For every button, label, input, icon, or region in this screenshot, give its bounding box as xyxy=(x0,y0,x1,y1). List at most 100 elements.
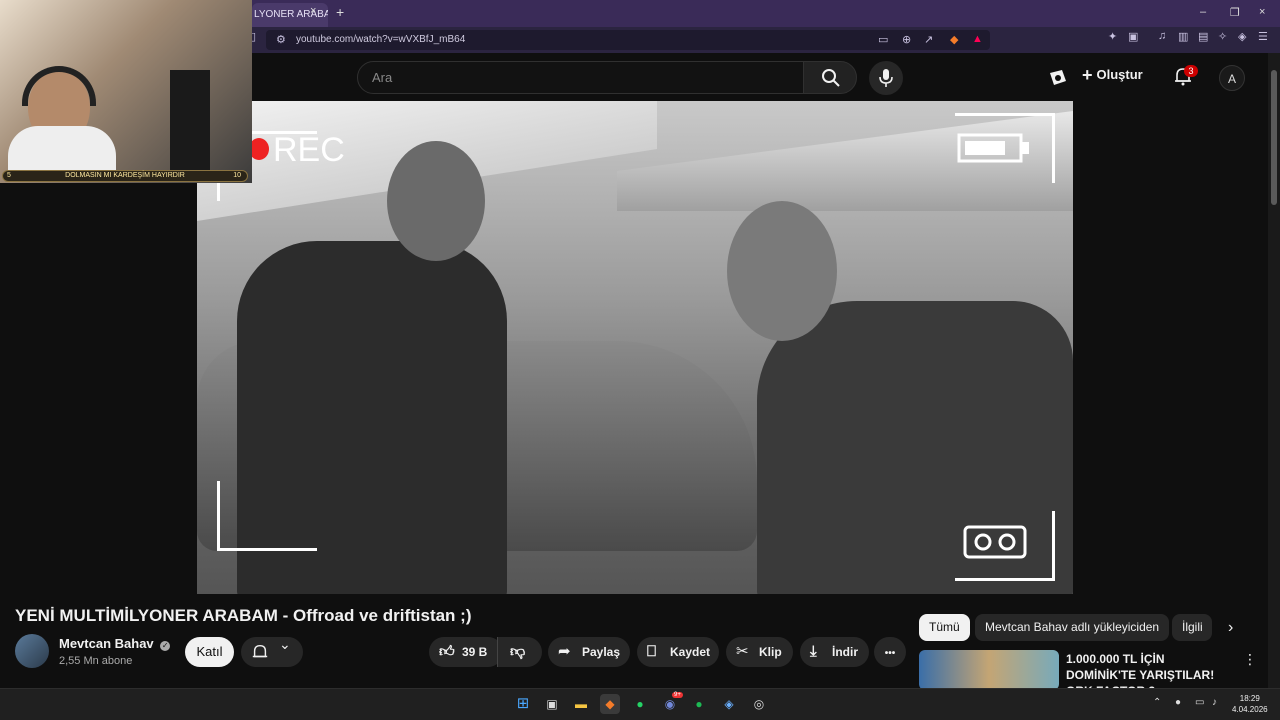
scissors-icon: ✂ xyxy=(736,643,749,660)
webcam-overlay: 5 DOLMASIN MI KARDEŞİM HAYIRDIR 10 xyxy=(0,0,252,183)
search-button[interactable] xyxy=(803,61,857,94)
person-right-head xyxy=(727,201,837,341)
like-count: 39 B xyxy=(462,645,488,659)
chip-all[interactable]: Tümü xyxy=(919,614,970,641)
chevron-down-icon: ⌄ xyxy=(279,636,291,652)
task-view-icon[interactable]: ▣ xyxy=(542,694,562,714)
extensions-icon[interactable]: ✦ xyxy=(1108,30,1117,43)
mic-tray-icon[interactable]: ● xyxy=(1175,697,1181,708)
video-title: YENİ MULTİMİLYONER ARABAM - Offroad ve d… xyxy=(15,606,472,625)
whatsapp-icon[interactable]: ● xyxy=(630,694,650,714)
search-input[interactable]: Ara xyxy=(357,61,804,94)
share-button[interactable]: ➦ Paylaş xyxy=(548,637,630,667)
channel-name[interactable]: Mevtcan Bahav ✓ xyxy=(59,636,171,651)
brave-browser-icon[interactable]: ◆ xyxy=(600,694,620,714)
screenshot-icon[interactable]: ▣ xyxy=(1128,30,1138,43)
screen: LYONER ARABA × + – ❐ × ▯ ⚙ youtube.com/w… xyxy=(0,0,1280,720)
windows-start-icon[interactable]: ⊞ xyxy=(513,694,533,714)
tab-close-icon[interactable]: × xyxy=(310,5,316,17)
thumbs-down-icon: 👎︎ xyxy=(510,643,526,660)
save-button[interactable]: ⎕ Kaydet xyxy=(637,637,719,667)
create-label: Oluştur xyxy=(1096,67,1143,82)
goal-right-value: 10 xyxy=(233,172,241,179)
monitor-shape xyxy=(170,70,210,170)
discord-badge: 9+ xyxy=(672,692,683,698)
cassette-icon xyxy=(963,525,1027,559)
donation-goal-bar: 5 DOLMASIN MI KARDEŞİM HAYIRDIR 10 xyxy=(2,170,248,182)
save-label: Kaydet xyxy=(670,645,711,659)
channel-name-text: Mevtcan Bahav xyxy=(59,636,154,651)
clip-button[interactable]: ✂ Klip xyxy=(726,637,793,667)
bookmark-save-icon: ⎕ xyxy=(647,643,657,660)
voice-search-button[interactable] xyxy=(869,61,903,95)
more-actions-button[interactable]: ••• xyxy=(874,637,906,667)
frame-corner-bl xyxy=(217,481,317,551)
recommendation-thumbnail[interactable] xyxy=(919,650,1059,690)
network-app-icon[interactable]: ◈ xyxy=(719,694,739,714)
subscription-bell-button[interactable]: ⌄ xyxy=(241,636,303,667)
file-explorer-icon[interactable]: ▬ xyxy=(571,694,591,714)
scrollbar-thumb[interactable] xyxy=(1271,70,1277,205)
thumbs-up-icon: 👍︎ xyxy=(439,643,455,660)
clock-date: 4.04.2026 xyxy=(1232,705,1268,714)
chip-from-uploader[interactable]: Mevtcan Bahav adlı yükleyiciden xyxy=(975,614,1170,641)
download-label: İndir xyxy=(832,645,858,659)
taskbar-clock[interactable]: 18:29 4.04.2026 xyxy=(1232,693,1268,715)
tray-overflow-icon[interactable]: ⌃ xyxy=(1153,697,1161,708)
new-tab-icon[interactable]: + xyxy=(336,4,344,20)
goal-left-value: 5 xyxy=(7,172,11,179)
create-button[interactable]: + Oluştur xyxy=(1082,65,1143,86)
bell-icon xyxy=(252,644,268,658)
person-left-head xyxy=(387,141,485,261)
menu-icon[interactable]: ☰ xyxy=(1258,30,1268,43)
address-bar[interactable]: ⚙ youtube.com/watch?v=wVXBfJ_mB64 ▭ ⊕ ↗ … xyxy=(266,30,990,50)
maximize-icon[interactable]: ❐ xyxy=(1230,6,1240,19)
sidebar-toggle-icon[interactable]: ▥ xyxy=(1178,30,1188,43)
dislike-button[interactable]: 👎︎ xyxy=(497,637,542,667)
volume-icon[interactable]: ♪ xyxy=(1212,697,1217,708)
share-icon[interactable]: ↗ xyxy=(924,33,933,46)
battery-icon xyxy=(957,133,1029,163)
verified-icon: ✓ xyxy=(160,641,171,651)
site-settings-icon[interactable]: ⚙ xyxy=(276,33,286,46)
brave-shield-icon[interactable]: ◆ xyxy=(950,33,958,46)
browser-tab[interactable]: LYONER ARABA xyxy=(252,3,328,27)
more-icon: ••• xyxy=(884,648,896,659)
close-window-icon[interactable]: × xyxy=(1259,6,1265,18)
search-placeholder: Ara xyxy=(372,70,393,85)
share-arrow-icon: ➦ xyxy=(558,643,571,660)
join-button[interactable]: Katıl xyxy=(185,637,234,667)
clock-time: 18:29 xyxy=(1239,694,1260,703)
channel-avatar[interactable] xyxy=(15,634,49,668)
account-avatar[interactable]: A xyxy=(1219,65,1245,91)
headphones-shape xyxy=(22,66,96,106)
streamer-shirt xyxy=(8,126,116,170)
spotify-icon[interactable]: ● xyxy=(689,694,709,714)
wallet-icon[interactable]: ▤ xyxy=(1198,30,1208,43)
cast-icon[interactable]: ▭ xyxy=(878,33,888,46)
network-tray-icon[interactable]: ▭ xyxy=(1195,697,1204,708)
minimize-icon[interactable]: – xyxy=(1200,6,1206,18)
studio-icon[interactable] xyxy=(1048,69,1068,87)
search-icon xyxy=(822,69,840,87)
download-button[interactable]: ⤓ İndir xyxy=(800,637,869,667)
url-text: youtube.com/watch?v=wVXBfJ_mB64 xyxy=(296,34,466,45)
obs-icon[interactable]: ◎ xyxy=(749,694,769,714)
notification-badge: 3 xyxy=(1184,65,1198,77)
video-player[interactable]: REC xyxy=(197,101,1073,594)
chip-related[interactable]: İlgili xyxy=(1172,614,1212,641)
zoom-icon[interactable]: ⊕ xyxy=(902,33,911,46)
plus-icon: + xyxy=(1082,65,1093,85)
vpn-icon[interactable]: ◈ xyxy=(1238,30,1246,43)
music-icon[interactable]: ♫ xyxy=(1158,30,1166,42)
goal-text: DOLMASIN MI KARDEŞİM HAYIRDIR xyxy=(65,172,185,179)
chevron-right-icon[interactable]: › xyxy=(1228,619,1233,637)
download-icon: ⤓ xyxy=(810,643,817,660)
share-label: Paylaş xyxy=(582,645,621,659)
leo-ai-icon[interactable]: ✧ xyxy=(1218,30,1227,43)
brave-rewards-icon[interactable]: ▲ xyxy=(972,33,983,45)
subscriber-count: 2,55 Mn abone xyxy=(59,655,133,667)
like-button[interactable]: 👍︎ 39 B xyxy=(429,637,503,667)
microphone-icon xyxy=(879,69,893,87)
recommendation-menu-icon[interactable]: ⋮ xyxy=(1243,651,1257,668)
